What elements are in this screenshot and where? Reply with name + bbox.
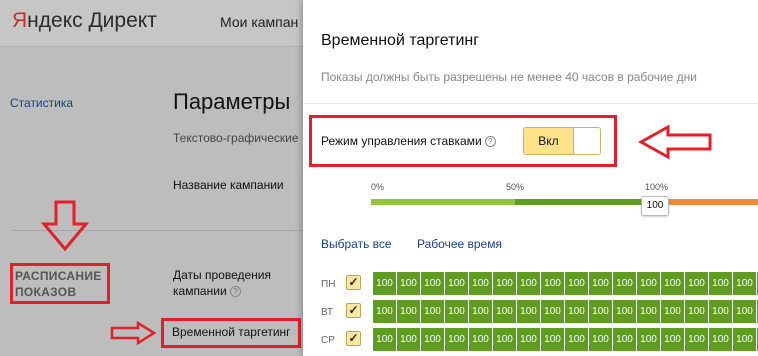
hour-cell[interactable]: 100 xyxy=(589,300,612,323)
right-arrow-annotation-icon xyxy=(110,321,156,345)
hour-cell[interactable]: 100 xyxy=(637,300,660,323)
yandex-direct-logo[interactable]: Яндекс Директ xyxy=(12,9,157,33)
hour-cell[interactable]: 100 xyxy=(469,300,492,323)
select-all-link[interactable]: Выбрать все xyxy=(321,237,392,251)
hour-cell[interactable]: 100 xyxy=(517,328,540,351)
scale-tick-0: 0% xyxy=(371,182,385,192)
hour-cell[interactable]: 100 xyxy=(661,272,684,295)
hour-cell[interactable]: 100 xyxy=(613,328,636,351)
day-checkbox[interactable]: ✓ xyxy=(346,331,361,346)
bid-scale-high xyxy=(656,199,758,205)
toggle-on-label: Вкл xyxy=(524,128,574,154)
left-arrow-annotation-icon xyxy=(638,124,712,160)
day-label: ПН xyxy=(321,279,336,290)
hour-cell[interactable]: 100 xyxy=(565,300,588,323)
hour-cell[interactable]: 100 xyxy=(469,272,492,295)
hour-cell[interactable]: 100 xyxy=(373,272,396,295)
hour-cell[interactable]: 100 xyxy=(493,328,516,351)
help-icon[interactable]: ? xyxy=(230,286,241,298)
hour-cell[interactable]: 100 xyxy=(397,300,420,323)
day-label: СР xyxy=(321,335,335,346)
hour-cell[interactable]: 100 xyxy=(373,300,396,323)
hour-cell[interactable]: 100 xyxy=(421,328,444,351)
hour-cell[interactable]: 100 xyxy=(517,300,540,323)
bid-mode-toggle[interactable]: Вкл xyxy=(523,127,601,155)
logo-text: ндекс Директ xyxy=(27,9,157,32)
hour-cell[interactable]: 100 xyxy=(685,300,708,323)
hour-cell[interactable]: 100 xyxy=(445,328,468,351)
hour-cell[interactable]: 100 xyxy=(733,328,756,351)
hour-cell[interactable]: 100 xyxy=(541,272,564,295)
hour-cells: 100 100 100 100 100 100 100 100 100 100 100 100 100 1… xyxy=(373,328,758,351)
toggle-knob[interactable] xyxy=(575,128,600,154)
hour-cells: 100 100 100 100 100 100 100 100 100 100 100 100 100 1… xyxy=(373,300,758,323)
hour-cell[interactable]: 100 xyxy=(565,272,588,295)
scale-tick-50: 50% xyxy=(506,182,525,192)
hour-cell[interactable]: 100 xyxy=(421,272,444,295)
hour-cell[interactable]: 100 xyxy=(541,328,564,351)
hour-cell[interactable]: 100 xyxy=(589,272,612,295)
statistics-link[interactable]: Статистика xyxy=(10,96,73,110)
hour-cell[interactable]: 100 xyxy=(517,272,540,295)
nav-my-campaigns[interactable]: Мои кампан xyxy=(220,14,298,30)
bid-mode-label: Режим управления ставками? xyxy=(321,134,496,148)
schedule-highlight-box: РАСПИСАНИЕ ПОКАЗОВ xyxy=(10,263,110,304)
hour-cell[interactable]: 100 xyxy=(637,328,660,351)
hour-cells: 100 100 100 100 100 100 100 100 100 100 100 100 100 1… xyxy=(373,272,758,295)
down-arrow-annotation-icon xyxy=(40,200,90,252)
hour-cell[interactable]: 100 xyxy=(493,300,516,323)
hour-cell[interactable]: 100 xyxy=(613,272,636,295)
hour-cell[interactable]: 100 xyxy=(637,272,660,295)
hour-cell[interactable]: 100 xyxy=(397,272,420,295)
help-icon[interactable]: ? xyxy=(484,136,496,148)
hour-cell[interactable]: 100 xyxy=(733,300,756,323)
campaign-dates-text: Даты проведения кампании xyxy=(173,268,271,298)
hour-cell[interactable]: 100 xyxy=(709,272,732,295)
work-time-link[interactable]: Рабочее время xyxy=(417,237,502,251)
hour-cell[interactable]: 100 xyxy=(493,272,516,295)
page-subtitle: Текстово-графические xyxy=(173,131,299,145)
hour-cell[interactable]: 100 xyxy=(397,328,420,351)
bid-scale-low xyxy=(371,199,515,205)
hour-cell[interactable]: 100 xyxy=(445,272,468,295)
day-label: ВТ xyxy=(321,307,334,318)
modal-divider xyxy=(303,103,758,104)
page-title: Параметры xyxy=(173,89,291,114)
hour-cell[interactable]: 100 xyxy=(445,300,468,323)
hour-cell[interactable]: 100 xyxy=(709,300,732,323)
logo-first-letter: Я xyxy=(12,9,28,32)
hour-cell[interactable]: 100 xyxy=(661,328,684,351)
hour-cell[interactable]: 100 xyxy=(373,328,396,351)
day-checkbox[interactable]: ✓ xyxy=(346,303,361,318)
modal-hint: Показы должны быть разрешены не менее 40… xyxy=(321,70,697,84)
bid-slider-handle[interactable]: 100 xyxy=(641,196,669,216)
bid-mode-highlight-box: Режим управления ставками? Вкл xyxy=(309,115,617,167)
time-targeting-link[interactable]: Временной таргетинг xyxy=(172,325,291,339)
hour-cell[interactable]: 100 xyxy=(613,300,636,323)
bid-scale-mid xyxy=(515,199,656,205)
time-targeting-modal: Временной таргетинг Показы должны быть р… xyxy=(303,0,758,356)
hour-cell[interactable]: 100 xyxy=(541,300,564,323)
hour-cell[interactable]: 100 xyxy=(685,272,708,295)
day-checkbox[interactable]: ✓ xyxy=(346,275,361,290)
modal-title: Временной таргетинг xyxy=(321,32,480,49)
hour-cell[interactable]: 100 xyxy=(685,328,708,351)
hour-cell[interactable]: 100 xyxy=(565,328,588,351)
hour-cell[interactable]: 100 xyxy=(589,328,612,351)
schedule-section-label: РАСПИСАНИЕ ПОКАЗОВ xyxy=(15,269,102,299)
hour-cell[interactable]: 100 xyxy=(661,300,684,323)
hour-cell[interactable]: 100 xyxy=(733,272,756,295)
time-targeting-highlight-box[interactable]: Временной таргетинг xyxy=(161,318,301,348)
hour-cell[interactable]: 100 xyxy=(709,328,732,351)
hour-cell[interactable]: 100 xyxy=(421,300,444,323)
bid-mode-text: Режим управления ставками xyxy=(321,134,482,148)
campaign-name-label: Название кампании xyxy=(173,178,284,192)
hour-cell[interactable]: 100 xyxy=(469,328,492,351)
scale-tick-100: 100% xyxy=(645,182,669,192)
campaign-dates-label: Даты проведения кампании ? xyxy=(173,267,271,299)
